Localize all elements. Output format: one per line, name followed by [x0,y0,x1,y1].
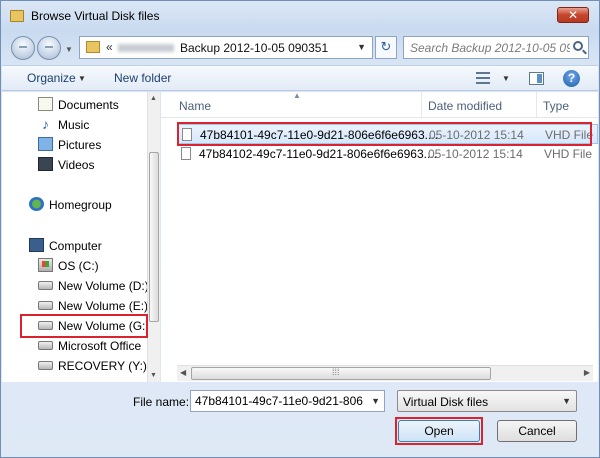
address-current-folder[interactable]: Backup 2012-10-05 090351 [180,41,328,55]
command-bar: Organize ▼ New folder ▼ ? [2,65,598,91]
nav-item-label: New Volume (E:) [58,299,149,313]
column-divider[interactable] [536,92,537,118]
close-button[interactable]: ✕ [557,7,589,23]
file-type-filter-value: Virtual Disk files [403,395,489,409]
file-name-label: File name: [133,395,190,409]
drive-icon [38,281,53,290]
file-row[interactable]: 47b84102-49c7-11e0-9d21-806e6f6e6963....… [177,144,598,164]
views-caret-icon[interactable]: ▼ [502,74,510,83]
nav-item-label: Pictures [58,138,102,152]
horizontal-scroll-thumb[interactable]: ⁞⁞⁞ [191,367,491,380]
scroll-right-icon[interactable]: ▶ [584,368,590,377]
file-icon [181,147,191,160]
file-type: VHD File [544,147,593,161]
address-prefix[interactable]: « [106,40,113,54]
column-headers: ▲ Name Date modified Type [161,91,598,118]
back-button[interactable] [11,36,35,60]
homegroup-icon [29,197,44,211]
new-folder-button[interactable]: New folder [114,71,171,85]
scroll-grip-icon: ⁞⁞⁞ [332,367,340,377]
sort-ascending-icon: ▲ [293,91,301,100]
file-type-filter-select[interactable]: Virtual Disk files ▼ [397,390,577,412]
videos-icon [38,157,53,171]
drive-icon [38,301,53,310]
documents-icon [38,97,53,111]
os-drive-icon [38,258,53,272]
column-header-type[interactable]: Type [543,99,569,113]
highlight-new-volume-g [20,314,148,338]
highlight-selected-file [177,122,592,146]
drive-icon [38,341,53,350]
filter-dropdown-icon[interactable]: ▼ [562,396,571,406]
file-dialog-window: Browse Virtual Disk files ✕ ▼ « Backup 2… [0,0,600,458]
address-bar[interactable]: « Backup 2012-10-05 090351 ▼ [79,36,373,59]
nav-item-label: Homegroup [49,198,112,212]
cancel-button[interactable]: Cancel [497,420,577,442]
scroll-left-icon[interactable]: ◀ [180,368,186,377]
recent-pages-dropdown-icon[interactable]: ▼ [65,45,73,54]
navigation-bar: ▼ « Backup 2012-10-05 090351 ▼ ↻ [7,33,593,61]
folder-icon [86,41,100,53]
search-box[interactable] [403,36,589,59]
navigation-pane: Documents ♪ Music Pictures Videos Homegr… [2,92,160,382]
nav-pane-scrollbar[interactable]: ▲ ▼ [147,92,160,382]
window-title: Browse Virtual Disk files [31,9,160,23]
search-input[interactable] [410,41,570,55]
nav-item-label: Documents [58,98,119,112]
preview-pane-icon[interactable] [529,72,544,85]
forward-button[interactable] [37,36,61,60]
highlight-open-button [395,417,483,445]
address-dropdown-icon[interactable]: ▼ [357,42,366,52]
nav-item-label: OS (C:) [58,259,99,273]
file-name-input[interactable] [195,394,363,408]
scroll-down-icon[interactable]: ▼ [150,372,157,379]
column-header-name[interactable]: Name [179,99,211,113]
nav-item-label: Computer [49,239,102,253]
file-name-dropdown-icon[interactable]: ▼ [371,396,380,406]
file-date-modified: 05-10-2012 15:14 [428,147,523,161]
help-icon[interactable]: ? [563,70,580,87]
nav-item-label: RECOVERY (Y:) [58,359,147,373]
refresh-button[interactable]: ↻ [375,36,397,59]
computer-icon [29,238,44,252]
scroll-up-icon[interactable]: ▲ [150,95,157,102]
change-view-icon[interactable] [476,72,490,84]
file-list-horizontal-scrollbar[interactable]: ◀ ⁞⁞⁞ ▶ [177,365,593,381]
column-header-date-modified[interactable]: Date modified [428,99,502,113]
pictures-icon [38,137,53,151]
nav-item-label: Music [58,118,90,132]
nav-pane-scroll-thumb[interactable] [149,152,159,322]
column-divider[interactable] [421,92,422,118]
organize-button[interactable]: Organize [27,71,76,85]
nav-item-label: Microsoft Office [58,339,142,353]
search-icon[interactable] [573,41,583,51]
drive-icon [38,361,53,370]
nav-item-label: Videos [58,158,95,172]
organize-caret-icon[interactable]: ▼ [78,74,86,83]
nav-item-label: New Volume (D:) [58,279,149,293]
redacted-path-segment[interactable] [118,44,174,52]
file-name: 47b84102-49c7-11e0-9d21-806e6f6e6963.... [199,147,437,161]
app-icon [10,10,24,22]
file-name-combobox[interactable]: ▼ [190,390,385,412]
music-icon: ♪ [42,116,49,132]
title-bar: Browse Virtual Disk files ✕ [1,1,599,29]
